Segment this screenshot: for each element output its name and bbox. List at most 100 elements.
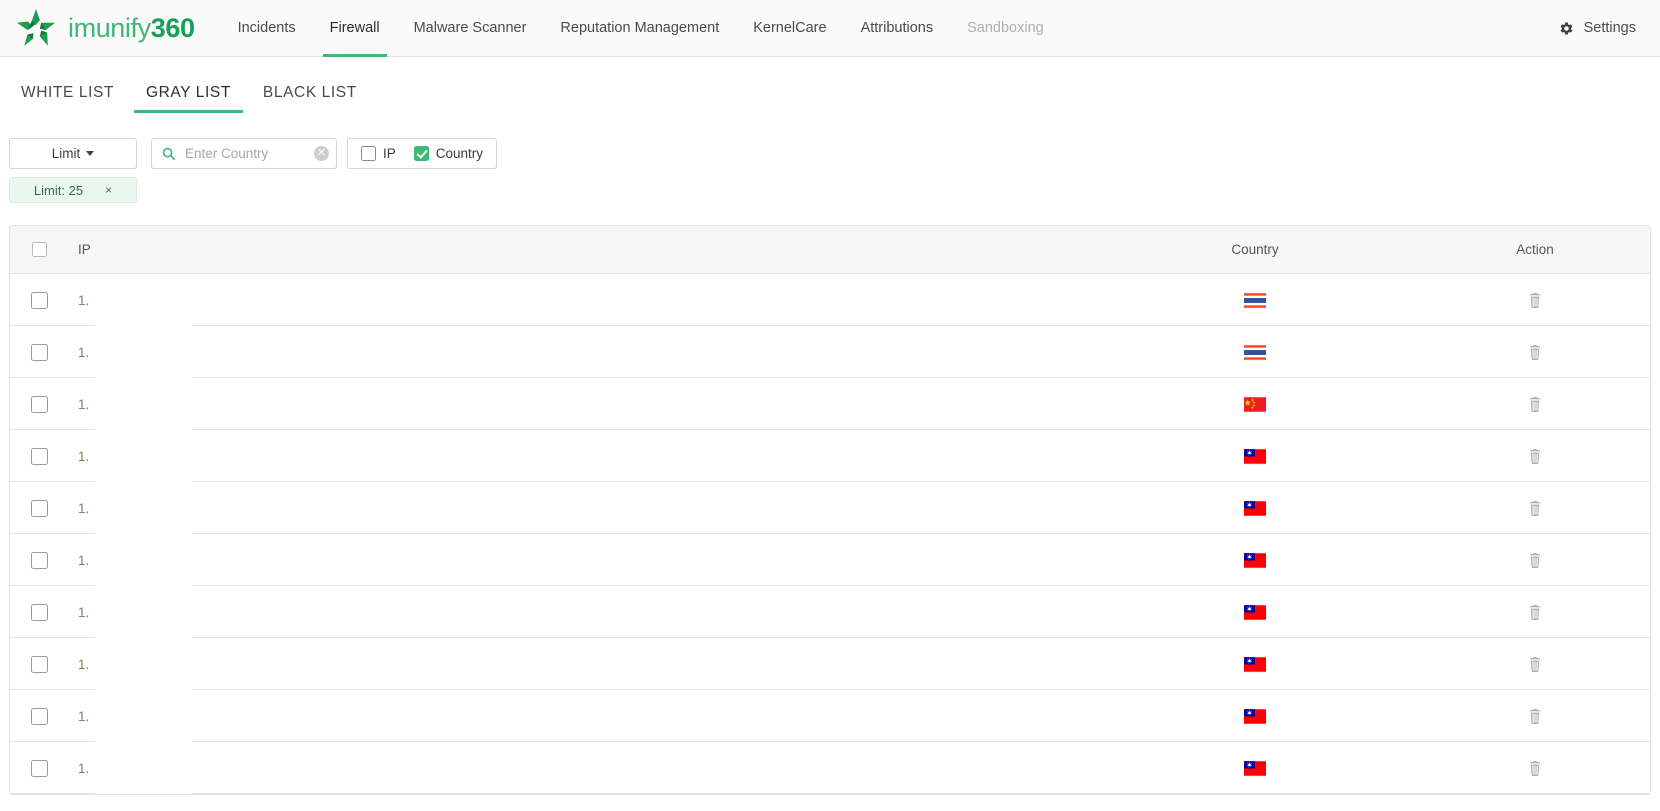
table-body: 1.1.1.1.1.1.1.1.1.1. <box>10 274 1650 794</box>
filter-checkbox-country-label: Country <box>436 146 483 161</box>
row-select-cell[interactable] <box>10 708 68 725</box>
trash-icon[interactable] <box>1528 708 1542 725</box>
flag-icon-tw <box>1244 657 1266 672</box>
search-input[interactable] <box>183 145 307 162</box>
nav-item-reputation-management[interactable]: Reputation Management <box>543 0 736 56</box>
row-select-cell[interactable] <box>10 396 68 413</box>
cell-action[interactable] <box>1420 448 1650 465</box>
cell-country <box>1090 293 1420 308</box>
checkbox-country-icon[interactable] <box>414 146 429 161</box>
filter-checkbox-country[interactable]: Country <box>414 146 483 161</box>
flag-icon-tw <box>1244 553 1266 568</box>
trash-icon[interactable] <box>1528 500 1542 517</box>
filter-checkbox-ip[interactable]: IP <box>361 146 396 161</box>
checkbox-select-all-icon[interactable] <box>32 242 47 257</box>
row-select-cell[interactable] <box>10 500 68 517</box>
cell-country <box>1090 605 1420 620</box>
table-row[interactable]: 1. <box>10 274 1650 326</box>
cell-action[interactable] <box>1420 604 1650 621</box>
table-row[interactable]: 1. <box>10 742 1650 794</box>
table-row[interactable]: 1. <box>10 482 1650 534</box>
cell-action[interactable] <box>1420 344 1650 361</box>
checkbox-row-icon[interactable] <box>31 292 48 309</box>
filter-chip-limit-label: Limit: 25 <box>34 183 83 198</box>
clear-search-icon[interactable]: ✕ <box>314 146 329 161</box>
table-row[interactable]: 1. <box>10 430 1650 482</box>
brand-logo[interactable]: imunify360 <box>14 7 195 49</box>
search-box[interactable]: ✕ <box>151 138 337 169</box>
checkbox-row-icon[interactable] <box>31 552 48 569</box>
flag-icon-tw <box>1244 761 1266 776</box>
tab-black-list[interactable]: BLACK LIST <box>251 84 369 113</box>
cell-ip: 1. <box>68 501 1090 516</box>
close-icon[interactable]: × <box>105 183 112 197</box>
trash-icon[interactable] <box>1528 396 1542 413</box>
brand-wordmark: imunify360 <box>68 13 195 44</box>
tab-white-list[interactable]: WHITE LIST <box>9 84 126 113</box>
cell-ip: 1. <box>68 605 1090 620</box>
cell-action[interactable] <box>1420 708 1650 725</box>
table-row[interactable]: 1. <box>10 534 1650 586</box>
cell-action[interactable] <box>1420 292 1650 309</box>
nav-item-kernelcare[interactable]: KernelCare <box>736 0 843 56</box>
table-row[interactable]: 1. <box>10 690 1650 742</box>
trash-icon[interactable] <box>1528 552 1542 569</box>
checkbox-row-icon[interactable] <box>31 396 48 413</box>
trash-icon[interactable] <box>1528 656 1542 673</box>
tab-gray-list[interactable]: GRAY LIST <box>134 84 243 113</box>
checkbox-row-icon[interactable] <box>31 604 48 621</box>
search-icon <box>161 146 176 161</box>
row-select-cell[interactable] <box>10 448 68 465</box>
trash-icon[interactable] <box>1528 344 1542 361</box>
column-header-country[interactable]: Country <box>1090 242 1420 257</box>
filter-chip-limit[interactable]: Limit: 25 × <box>9 177 137 203</box>
brand-word-bold: 360 <box>151 13 195 44</box>
flag-icon-tw <box>1244 449 1266 464</box>
checkbox-ip-icon[interactable] <box>361 146 376 161</box>
limit-dropdown-button[interactable]: Limit <box>9 138 137 169</box>
cell-action[interactable] <box>1420 656 1650 673</box>
checkbox-row-icon[interactable] <box>31 656 48 673</box>
row-select-cell[interactable] <box>10 344 68 361</box>
trash-icon[interactable] <box>1528 760 1542 777</box>
top-navigation-bar: imunify360 Incidents Firewall Malware Sc… <box>0 0 1660 57</box>
nav-item-firewall[interactable]: Firewall <box>313 0 397 56</box>
settings-button[interactable]: Settings <box>1558 20 1636 37</box>
checkbox-row-icon[interactable] <box>31 344 48 361</box>
cell-country <box>1090 449 1420 464</box>
cell-action[interactable] <box>1420 500 1650 517</box>
cell-country <box>1090 761 1420 776</box>
cell-action[interactable] <box>1420 396 1650 413</box>
cell-country <box>1090 657 1420 672</box>
nav-item-attributions[interactable]: Attributions <box>844 0 951 56</box>
cell-ip: 1. <box>68 293 1090 308</box>
flag-icon-cn <box>1244 397 1266 412</box>
nav-links: Incidents Firewall Malware Scanner Reput… <box>221 0 1061 56</box>
nav-item-incidents[interactable]: Incidents <box>221 0 313 56</box>
row-select-cell[interactable] <box>10 656 68 673</box>
column-header-ip[interactable]: IP <box>68 242 1090 257</box>
table-row[interactable]: 1. <box>10 586 1650 638</box>
select-all-cell[interactable] <box>10 242 68 257</box>
checkbox-row-icon[interactable] <box>31 500 48 517</box>
row-select-cell[interactable] <box>10 604 68 621</box>
nav-item-malware-scanner[interactable]: Malware Scanner <box>397 0 544 56</box>
table-row[interactable]: 1. <box>10 638 1650 690</box>
cell-action[interactable] <box>1420 760 1650 777</box>
cell-ip: 1. <box>68 449 1090 464</box>
checkbox-row-icon[interactable] <box>31 760 48 777</box>
table-row[interactable]: 1. <box>10 378 1650 430</box>
checkbox-row-icon[interactable] <box>31 448 48 465</box>
row-select-cell[interactable] <box>10 552 68 569</box>
table-row[interactable]: 1. <box>10 326 1650 378</box>
flag-icon-th <box>1244 293 1266 308</box>
row-select-cell[interactable] <box>10 292 68 309</box>
cell-country <box>1090 501 1420 516</box>
checkbox-row-icon[interactable] <box>31 708 48 725</box>
column-header-action: Action <box>1420 242 1650 257</box>
trash-icon[interactable] <box>1528 448 1542 465</box>
trash-icon[interactable] <box>1528 292 1542 309</box>
trash-icon[interactable] <box>1528 604 1542 621</box>
row-select-cell[interactable] <box>10 760 68 777</box>
cell-action[interactable] <box>1420 552 1650 569</box>
